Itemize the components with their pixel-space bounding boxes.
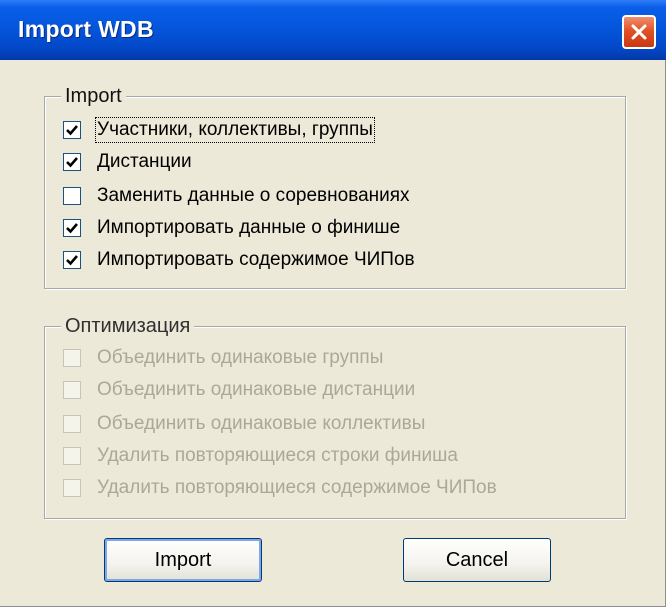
option-merge-distances: Объединить одинаковые дистанции xyxy=(63,377,415,403)
merge-groups-label: Объединить одинаковые группы xyxy=(97,347,384,368)
distances-checkbox[interactable] xyxy=(63,153,81,171)
option-participants[interactable]: Участники, коллективы, группы xyxy=(63,117,375,143)
optimization-group-legend: Оптимизация xyxy=(61,314,195,338)
remove-duplicate-chip-label: Удалить повторяющиеся содержимое ЧИПов xyxy=(97,477,497,498)
close-button[interactable] xyxy=(622,15,656,49)
remove-duplicate-finish-checkbox xyxy=(63,447,81,465)
replace-competition-label[interactable]: Заменить данные о соревнованиях xyxy=(97,185,410,207)
close-icon xyxy=(631,24,647,40)
window-title: Import WDB xyxy=(18,16,154,42)
option-import-chip-contents[interactable]: Импортировать содержимое ЧИПов xyxy=(63,247,415,273)
option-import-finish-data[interactable]: Импортировать данные о финише xyxy=(63,215,400,241)
option-remove-duplicate-finish: Удалить повторяющиеся строки финиша xyxy=(63,443,458,469)
option-replace-competition-data[interactable]: Заменить данные о соревнованиях xyxy=(63,183,410,209)
checkmark-icon xyxy=(66,255,78,266)
option-merge-groups: Объединить одинаковые группы xyxy=(63,345,383,371)
merge-teams-checkbox xyxy=(63,415,81,433)
import-groupbox: Import Участники, коллективы, группы Дис… xyxy=(44,84,626,289)
cancel-button[interactable]: Cancel xyxy=(403,538,551,582)
merge-groups-checkbox xyxy=(63,349,81,367)
participants-label[interactable]: Участники, коллективы, группы xyxy=(95,117,375,143)
import-group-legend: Import xyxy=(61,84,126,108)
distances-label[interactable]: Дистанции xyxy=(97,151,192,173)
import-chip-label[interactable]: Импортировать содержимое ЧИПов xyxy=(97,249,415,271)
participants-checkbox[interactable] xyxy=(63,121,81,139)
option-distances[interactable]: Дистанции xyxy=(63,149,192,175)
checkmark-icon xyxy=(66,157,78,168)
option-merge-teams: Объединить одинаковые коллективы xyxy=(63,411,425,437)
import-chip-checkbox[interactable] xyxy=(63,251,81,269)
import-button[interactable]: Import xyxy=(104,538,262,582)
checkmark-icon xyxy=(66,223,78,234)
optimization-groupbox: Оптимизация Объединить одинаковые группы… xyxy=(44,314,626,519)
import-finish-label[interactable]: Импортировать данные о финише xyxy=(97,217,400,239)
merge-teams-label: Объединить одинаковые коллективы xyxy=(97,413,426,434)
replace-competition-checkbox[interactable] xyxy=(63,187,81,205)
import-finish-checkbox[interactable] xyxy=(63,219,81,237)
checkmark-icon xyxy=(66,125,78,136)
import-wdb-dialog: Import WDB Import Участники, коллективы,… xyxy=(0,0,666,607)
merge-distances-label: Объединить одинаковые дистанции xyxy=(97,379,416,400)
option-remove-duplicate-chip: Удалить повторяющиеся содержимое ЧИПов xyxy=(63,475,497,501)
title-bar[interactable]: Import WDB xyxy=(0,0,666,60)
remove-duplicate-finish-label: Удалить повторяющиеся строки финиша xyxy=(97,445,458,466)
merge-distances-checkbox xyxy=(63,381,81,399)
remove-duplicate-chip-checkbox xyxy=(63,479,81,497)
